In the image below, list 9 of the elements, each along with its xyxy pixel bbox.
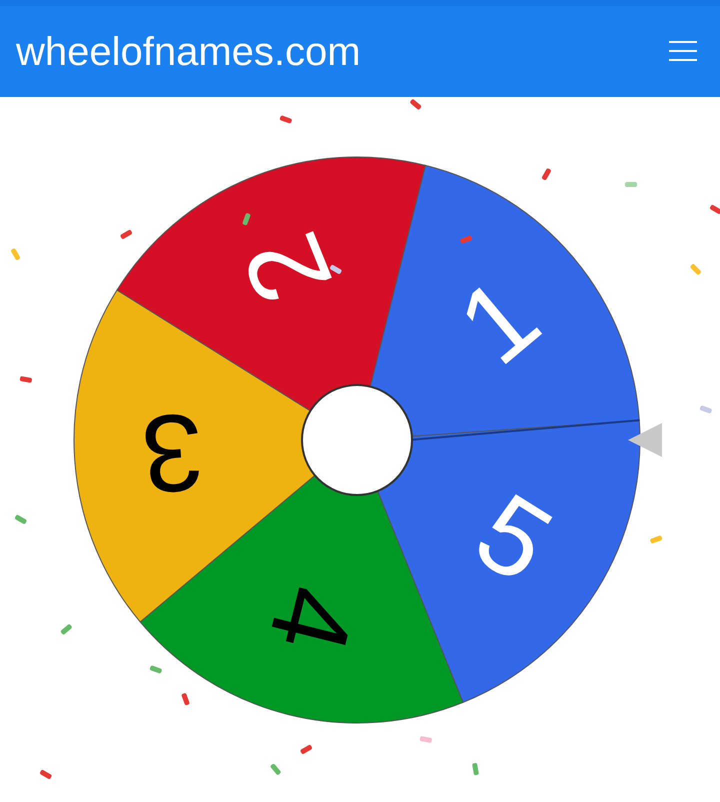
menu-icon — [668, 40, 698, 62]
segment-label: 2 — [219, 217, 356, 320]
segment-label: 5 — [455, 470, 572, 606]
pointer-icon — [628, 423, 662, 457]
wheel-hub[interactable] — [301, 384, 413, 496]
segment-label: 3 — [138, 389, 208, 516]
segment-label: 1 — [436, 254, 562, 388]
segment-label: 4 — [245, 574, 380, 664]
site-title[interactable]: wheelofnames.com — [16, 32, 361, 72]
